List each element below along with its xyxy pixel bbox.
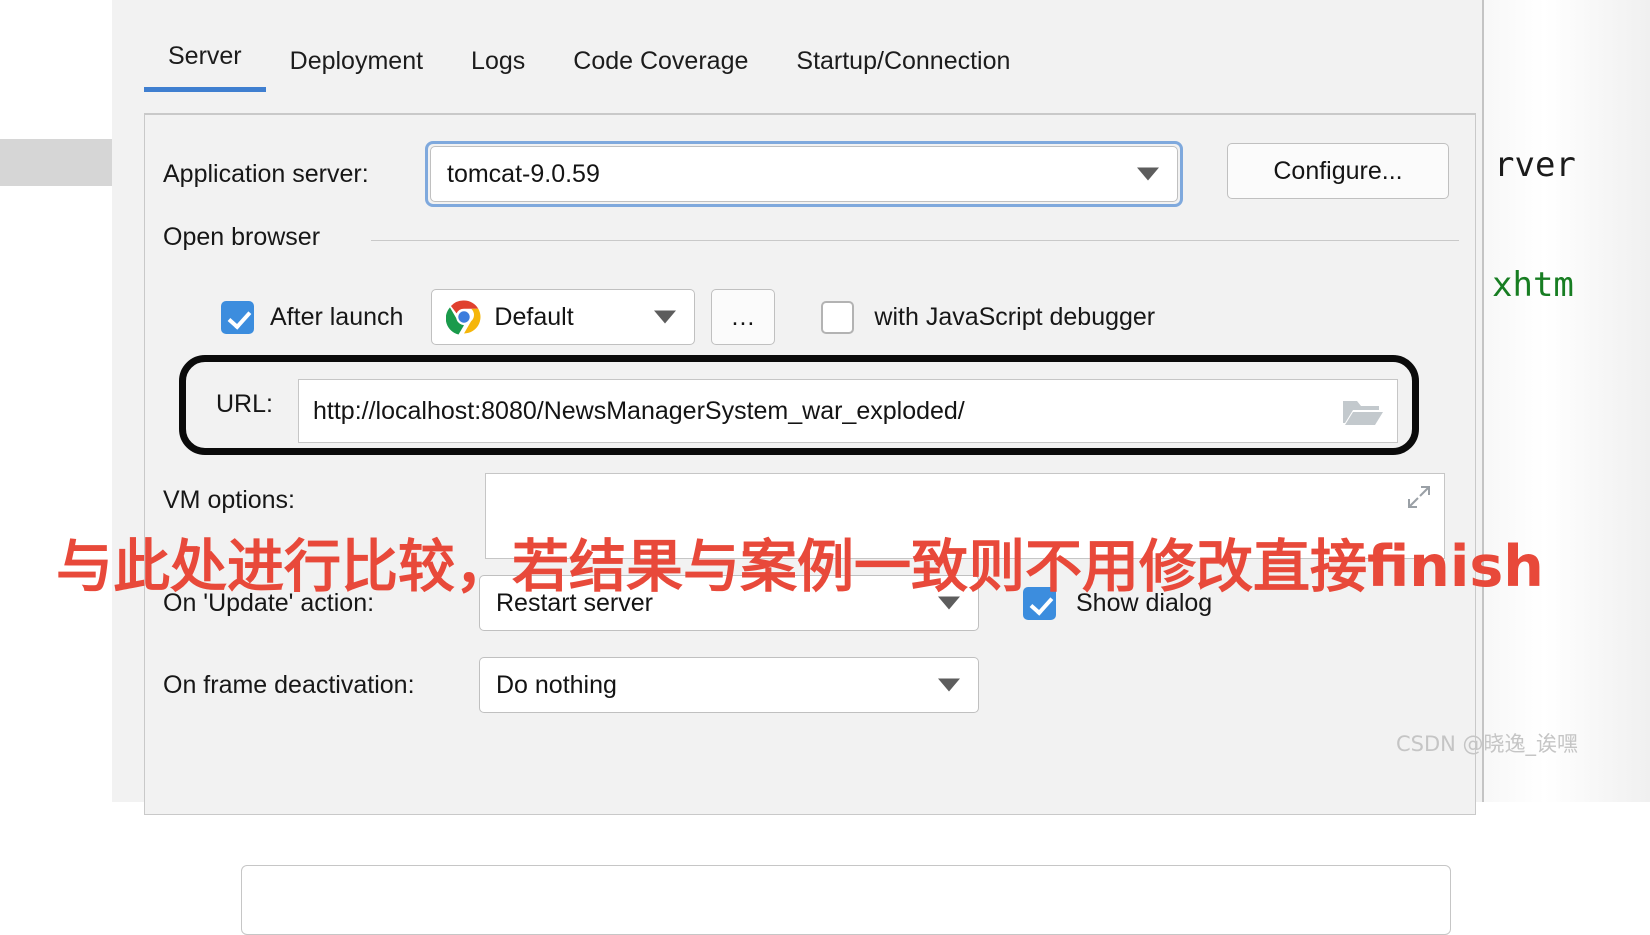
application-server-focus-ring: tomcat-9.0.59 xyxy=(425,141,1183,207)
open-browser-group-title: Open browser xyxy=(163,223,335,252)
on-frame-deactivation-label: On frame deactivation: xyxy=(163,670,415,699)
left-tool-panel xyxy=(0,0,112,802)
on-frame-deactivation-value: Do nothing xyxy=(496,670,617,699)
vm-options-row: VM options: xyxy=(163,486,479,515)
chevron-down-icon xyxy=(938,678,960,692)
javascript-debugger-checkbox[interactable] xyxy=(821,300,855,334)
application-server-row: Application server: tomcat-9.0.59 xyxy=(163,141,1183,207)
expand-icon[interactable] xyxy=(1402,480,1436,514)
group-separator xyxy=(371,240,1459,241)
csdn-watermark: CSDN @晓逸_诶嘿 xyxy=(1396,732,1579,756)
tab-startup-connection[interactable]: Startup/Connection xyxy=(772,41,1034,92)
tab-code-coverage[interactable]: Code Coverage xyxy=(549,41,772,92)
left-panel-selected-row[interactable] xyxy=(0,139,112,186)
on-frame-deactivation-combobox[interactable]: Do nothing xyxy=(479,657,979,713)
url-annotation-outline: URL: http://localhost:8080/NewsManagerSy… xyxy=(179,355,1419,455)
vm-options-label: VM options: xyxy=(163,486,296,514)
after-launch-checkbox[interactable] xyxy=(221,300,254,334)
after-launch-row: After launch Default ... with JavaScript… xyxy=(221,289,1155,345)
tab-bar: Server Deployment Logs Code Coverage Sta… xyxy=(144,36,1034,92)
tab-logs[interactable]: Logs xyxy=(447,41,549,92)
url-value: http://localhost:8080/NewsManagerSystem_… xyxy=(313,396,965,425)
configure-button[interactable]: Configure... xyxy=(1227,143,1449,199)
chevron-down-icon xyxy=(654,310,677,324)
application-server-label: Application server: xyxy=(163,159,369,188)
browser-value: Default xyxy=(494,302,574,331)
application-server-combobox[interactable]: tomcat-9.0.59 xyxy=(430,146,1178,202)
code-line-server: rver xyxy=(1494,145,1576,185)
browse-ellipsis-button[interactable]: ... xyxy=(711,289,776,345)
run-configuration-dialog: Server Deployment Logs Code Coverage Sta… xyxy=(112,0,1484,935)
application-server-value: tomcat-9.0.59 xyxy=(447,159,600,188)
on-frame-deactivation-row: On frame deactivation: Do nothing xyxy=(163,657,979,713)
code-editor-pane: rver xhtm xyxy=(1480,0,1650,802)
bottom-partial-field[interactable] xyxy=(241,865,1451,935)
tab-deployment[interactable]: Deployment xyxy=(266,41,447,92)
chrome-icon xyxy=(446,300,481,335)
tab-server[interactable]: Server xyxy=(144,36,266,92)
url-input[interactable]: http://localhost:8080/NewsManagerSystem_… xyxy=(298,379,1398,443)
red-annotation-text: 与此处进行比较，若结果与案例一致则不用修改直接finish xyxy=(56,534,1544,600)
chevron-down-icon xyxy=(1137,167,1159,181)
javascript-debugger-label: with JavaScript debugger xyxy=(874,302,1156,331)
code-line-xhtml: xhtm xyxy=(1492,265,1574,305)
url-label: URL: xyxy=(216,390,273,418)
folder-open-icon[interactable] xyxy=(1341,395,1383,427)
browser-combobox[interactable]: Default xyxy=(431,289,696,345)
server-settings-panel: Application server: tomcat-9.0.59 Config… xyxy=(144,115,1476,935)
after-launch-label: After launch xyxy=(270,302,404,331)
